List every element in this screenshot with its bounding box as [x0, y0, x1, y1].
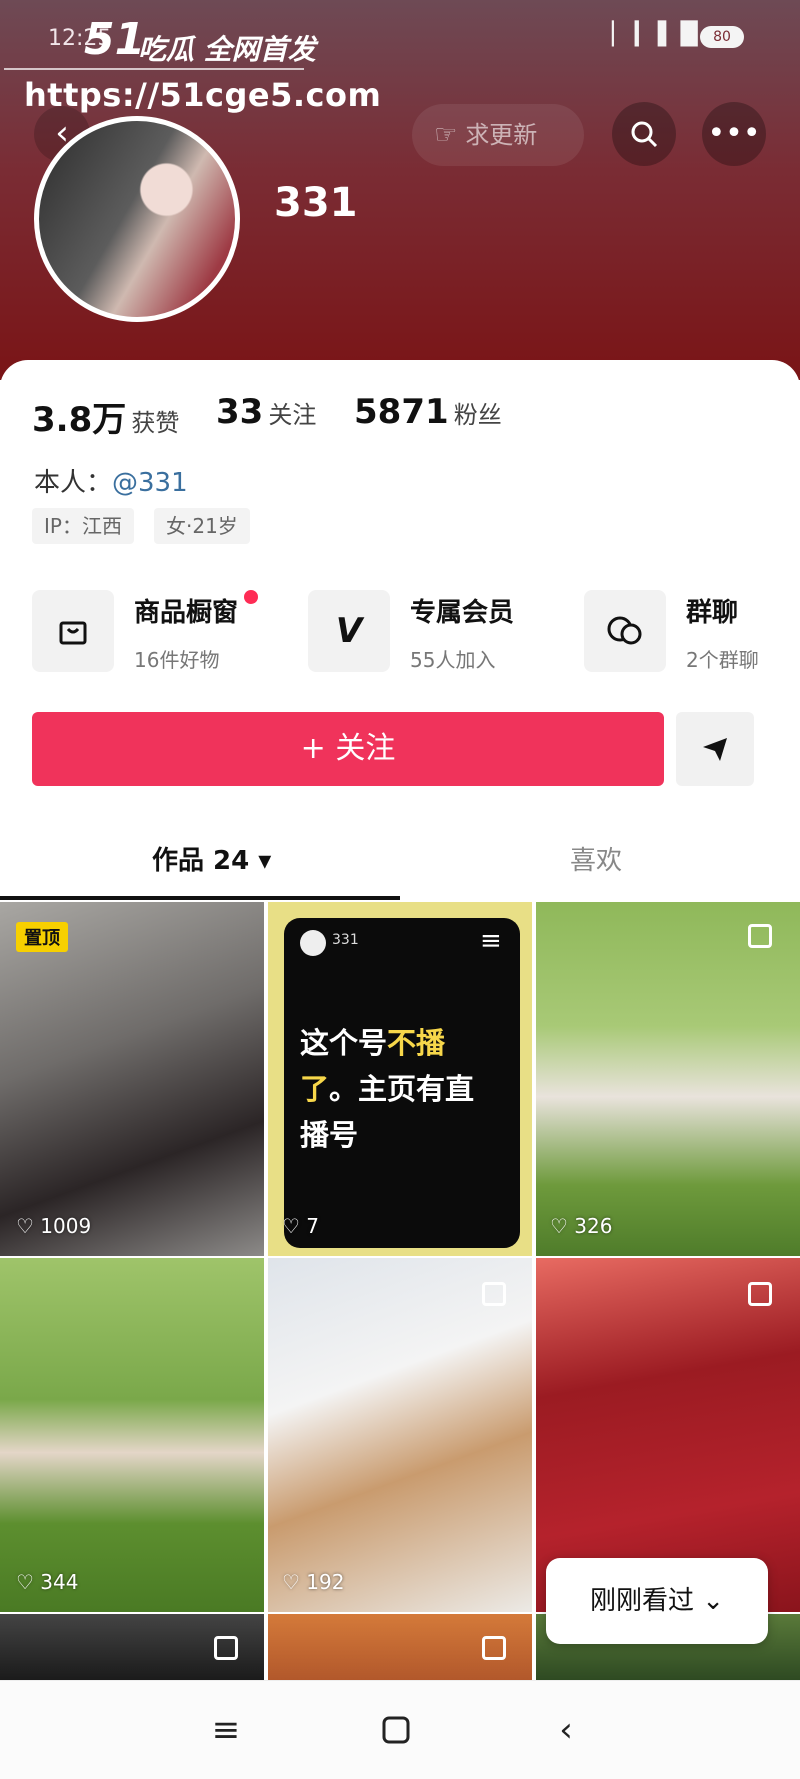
- watermark-url: https://51cge5.com: [24, 76, 382, 114]
- search-icon: [631, 121, 658, 148]
- heart-icon: ♡: [550, 1214, 568, 1238]
- stat-likes-label: 获赞: [131, 409, 180, 437]
- stat-followers-value: 5871: [354, 392, 449, 432]
- more-button[interactable]: •••: [702, 102, 766, 166]
- likes-value: 344: [40, 1570, 79, 1594]
- stat-following-label: 关注: [268, 401, 317, 429]
- group-chat-button[interactable]: [584, 590, 666, 672]
- watermark-line: [4, 68, 304, 70]
- video-thumbnail[interactable]: [536, 902, 800, 1256]
- ip-tag: IP：江西: [32, 508, 134, 544]
- multi-image-icon: [482, 1636, 506, 1660]
- back-nav-button[interactable]: ‹: [536, 1700, 596, 1760]
- intro-handle-link[interactable]: @331: [112, 468, 188, 498]
- follow-button[interactable]: + 关注: [32, 712, 664, 786]
- heart-icon: ♡: [16, 1214, 34, 1238]
- notice-line1-b: 不播: [387, 1026, 446, 1060]
- home-square-icon: [382, 1716, 410, 1744]
- notice-line2-a: 了: [300, 1072, 330, 1106]
- signal-wifi-icons: ▏▎▌█: [612, 22, 704, 47]
- stat-following[interactable]: 33 关注: [216, 392, 316, 432]
- shop-window-subtitle: 16件好物: [134, 648, 220, 672]
- watermark-text: 吃瓜 全网首发: [138, 33, 316, 66]
- stat-likes-value: 3.8万: [32, 400, 127, 440]
- likes-count: ♡ 1009: [16, 1214, 91, 1238]
- likes-value: 1009: [40, 1214, 92, 1238]
- notice-line3: 播号: [300, 1118, 359, 1152]
- stat-likes[interactable]: 3.8万 获赞: [32, 392, 179, 441]
- group-chat-subtitle: 2个群聊: [686, 648, 759, 672]
- pinned-badge: 置顶: [16, 922, 68, 952]
- video-thumbnail[interactable]: [268, 1258, 532, 1612]
- menu-icon: ≡: [211, 1710, 241, 1750]
- heart-icon: ♡: [16, 1570, 34, 1594]
- notification-dot: [244, 590, 258, 604]
- video-thumbnail[interactable]: [0, 1258, 264, 1612]
- membership-subtitle: 55人加入: [410, 648, 496, 672]
- tab-indicator: [0, 896, 400, 900]
- home-nav-button[interactable]: [366, 1700, 426, 1760]
- request-update-label: 求更新: [465, 121, 538, 149]
- likes-value: 192: [306, 1570, 345, 1594]
- finger-icon: ☞: [434, 120, 458, 150]
- video-thumbnail[interactable]: [0, 902, 264, 1256]
- request-update-button[interactable]: ☞ 求更新: [412, 104, 584, 166]
- v-icon: V: [335, 611, 363, 651]
- multi-image-icon: [748, 1282, 772, 1306]
- notice-text: 这个号不播 了。主页有直 播号: [300, 1020, 510, 1158]
- tab-works[interactable]: 作品 24 ▾: [152, 840, 271, 877]
- likes-count: ♡ 326: [550, 1214, 612, 1238]
- shop-window-button[interactable]: [32, 590, 114, 672]
- likes-count: ♡ 192: [282, 1570, 344, 1594]
- membership-title[interactable]: 专属会员: [410, 592, 514, 629]
- recently-viewed-button[interactable]: 刚刚看过 ⌄: [546, 1558, 768, 1644]
- stat-followers[interactable]: 5871 粉丝: [354, 392, 502, 432]
- likes-value: 7: [306, 1214, 320, 1238]
- multi-image-icon: [748, 924, 772, 948]
- menu-icon: ≡: [480, 926, 502, 956]
- notice-line2-b: 。主页有直: [329, 1072, 475, 1106]
- share-button[interactable]: [676, 712, 754, 786]
- more-dots-icon: •••: [707, 116, 761, 151]
- gender-age-tag: 女·21岁: [154, 508, 250, 544]
- notice-header-label: 331: [332, 932, 359, 948]
- send-icon: [703, 738, 727, 761]
- likes-count: ♡ 344: [16, 1570, 78, 1594]
- likes-value: 326: [574, 1214, 613, 1238]
- multi-image-icon: [214, 1636, 238, 1660]
- menu-nav-button[interactable]: ≡: [196, 1700, 256, 1760]
- watermark-logo: 51: [84, 14, 146, 65]
- notice-line1-a: 这个号: [300, 1026, 388, 1060]
- stat-followers-label: 粉丝: [453, 401, 502, 429]
- chevron-left-icon: ‹: [559, 1710, 573, 1750]
- profile-intro: 本人：@331: [34, 462, 188, 499]
- profile-nickname: 331: [274, 180, 358, 226]
- bag-icon: [59, 621, 87, 645]
- membership-button[interactable]: V: [308, 590, 390, 672]
- notice-avatar: [300, 930, 326, 956]
- multi-image-icon: [482, 1282, 506, 1306]
- heart-icon: ♡: [282, 1214, 300, 1238]
- tab-likes[interactable]: 喜欢: [570, 840, 622, 877]
- battery-icon: 80: [700, 26, 744, 48]
- chat-icon: [607, 616, 642, 645]
- heart-icon: ♡: [282, 1570, 300, 1594]
- stat-following-value: 33: [216, 392, 264, 432]
- shop-window-title[interactable]: 商品橱窗: [134, 592, 238, 629]
- group-chat-title[interactable]: 群聊: [686, 592, 738, 629]
- search-button[interactable]: [612, 102, 676, 166]
- intro-prefix: 本人：: [34, 468, 113, 498]
- likes-count: ♡ 7: [282, 1214, 319, 1238]
- avatar[interactable]: [34, 116, 240, 322]
